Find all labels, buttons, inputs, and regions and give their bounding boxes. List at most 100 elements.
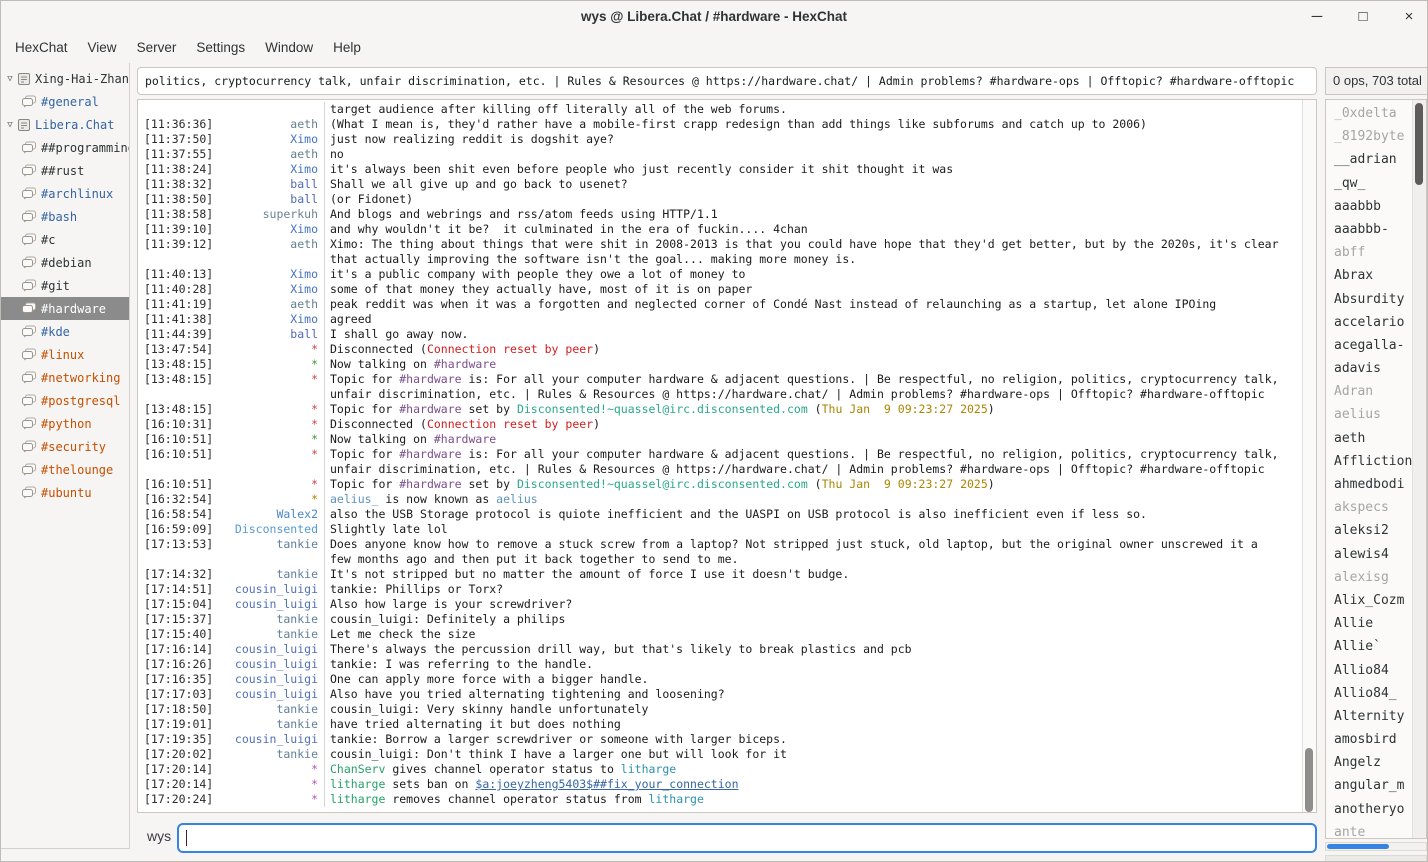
maximize-button[interactable]: □	[1351, 5, 1375, 29]
user-list-item[interactable]: abff	[1326, 241, 1413, 264]
event-star: *	[218, 492, 318, 507]
menu-settings[interactable]: Settings	[186, 36, 255, 59]
menu-hexchat[interactable]: HexChat	[5, 36, 78, 59]
menu-help[interactable]: Help	[323, 36, 371, 59]
chat-event-line: [16:10:31]*Disconnected (Connection rese…	[138, 417, 1302, 432]
sidebar-item--bash[interactable]: #bash	[1, 205, 129, 228]
chat-scrollbar-thumb[interactable]	[1305, 748, 1313, 812]
timestamp: [11:38:58]	[138, 207, 218, 222]
user-list-item[interactable]: Angelz	[1326, 751, 1413, 774]
user-list-item[interactable]: aleksi2	[1326, 519, 1413, 542]
user-list-item[interactable]: ante	[1326, 821, 1413, 839]
sidebar-item--git[interactable]: #git	[1, 274, 129, 297]
timestamp: [13:48:15]	[138, 402, 218, 417]
minimize-button[interactable]: ─	[1305, 5, 1329, 29]
user-list-item[interactable]: Alix_Cozm	[1326, 589, 1413, 612]
message-text: Topic for #hardware is: For all your com…	[324, 447, 1302, 462]
message-input[interactable]	[177, 823, 1317, 853]
chat-message-line: [17:15:40]tankieLet me check the size	[138, 627, 1302, 642]
sidebar-item--postgresql[interactable]: #postgresql	[1, 389, 129, 412]
user-list-item[interactable]: acegalla-	[1326, 334, 1413, 357]
sidebar-item--kde[interactable]: #kde	[1, 320, 129, 343]
user-list-item[interactable]: accelario	[1326, 311, 1413, 334]
sidebar-item--python[interactable]: #python	[1, 412, 129, 435]
sidebar-item-xing-hai-zhang[interactable]: ▽Xing-Hai-Zhang	[1, 67, 129, 90]
user-list-item[interactable]: akspecs	[1326, 496, 1413, 519]
channel-icon	[21, 371, 37, 384]
user-list-item[interactable]: alexisg	[1326, 566, 1413, 589]
channel-icon	[21, 233, 37, 246]
message-text: Disconnected (Connection reset by peer)	[324, 342, 1302, 357]
user-list-item[interactable]: Absurdity	[1326, 288, 1413, 311]
user-list-item[interactable]: ahmedbodi	[1326, 473, 1413, 496]
userlist-scrollbar-thumb[interactable]	[1415, 103, 1423, 185]
timestamp	[138, 102, 218, 117]
user-list-item[interactable]: Allie`	[1326, 635, 1413, 658]
message-text: and why wouldn't it be? it culminated in…	[324, 222, 1302, 237]
user-list-item[interactable]: Alternity	[1326, 705, 1413, 728]
user-list-item[interactable]: Allio84_	[1326, 682, 1413, 705]
sidebar-item--thelounge[interactable]: #thelounge	[1, 458, 129, 481]
sidebar-item--linux[interactable]: #linux	[1, 343, 129, 366]
sidebar-item--c[interactable]: #c	[1, 228, 129, 251]
user-list-item[interactable]: aaabbb	[1326, 195, 1413, 218]
channel-icon	[21, 348, 37, 361]
message-text: cousin_luigi: Very skinny handle unfortu…	[324, 702, 1302, 717]
sidebar-item-label: #ubuntu	[41, 486, 129, 500]
expander-icon[interactable]: ▽	[3, 120, 17, 130]
sidebar-item-label: #networking	[41, 371, 129, 385]
sidebar-item-libera-chat[interactable]: ▽Libera.Chat	[1, 113, 129, 136]
user-list-item[interactable]: Allie	[1326, 612, 1413, 635]
sidebar-item--general[interactable]: #general	[1, 90, 129, 113]
userlist-scrollbar[interactable]	[1412, 100, 1426, 838]
sidebar-item--archlinux[interactable]: #archlinux	[1, 182, 129, 205]
userlist-hscrollbar[interactable]	[1325, 842, 1427, 851]
nick: tankie	[218, 717, 318, 732]
menu-window[interactable]: Window	[255, 36, 323, 59]
sidebar-item--programming[interactable]: ##programming	[1, 136, 129, 159]
expander-icon[interactable]: ▽	[3, 74, 17, 84]
sidebar-item--debian[interactable]: #debian	[1, 251, 129, 274]
user-list-item[interactable]: _0xdelta	[1326, 102, 1413, 125]
close-button[interactable]: ×	[1397, 5, 1421, 29]
chat-message-line: [11:40:28]Ximosome of that money they ac…	[138, 282, 1302, 297]
message-text: some of that money they actually have, m…	[324, 282, 1302, 297]
user-list-item[interactable]: aeth	[1326, 427, 1413, 450]
user-list-item[interactable]: aaabbb-	[1326, 218, 1413, 241]
user-list-item[interactable]: Affliction	[1326, 450, 1413, 473]
user-list-item[interactable]: aelius	[1326, 403, 1413, 426]
chat-lines: target audience after killing off litera…	[138, 102, 1302, 807]
channel-icon	[21, 187, 37, 200]
user-list-item[interactable]: amosbird	[1326, 728, 1413, 751]
userlist-hscrollbar-thumb[interactable]	[1327, 844, 1389, 849]
user-list-item[interactable]: angular_m	[1326, 774, 1413, 797]
sidebar-item--security[interactable]: #security	[1, 435, 129, 458]
user-list-item[interactable]: _qw_	[1326, 172, 1413, 195]
message-text: Ximo: The thing about things that were s…	[324, 237, 1302, 252]
user-list-item[interactable]: _8192byte	[1326, 125, 1413, 148]
chat-event-line: [16:10:51]*Topic for #hardware is: For a…	[138, 447, 1302, 462]
timestamp: [11:38:24]	[138, 162, 218, 177]
own-nick-label: wys	[147, 828, 171, 844]
user-list-item[interactable]: Adran	[1326, 380, 1413, 403]
sidebar-item--networking[interactable]: #networking	[1, 366, 129, 389]
topic-bar[interactable]: politics, cryptocurrency talk, unfair di…	[137, 67, 1317, 95]
timestamp: [17:19:35]	[138, 732, 218, 747]
menu-server[interactable]: Server	[127, 36, 187, 59]
user-list-item[interactable]: alewis4	[1326, 543, 1413, 566]
sidebar-item--hardware[interactable]: #hardware	[1, 297, 129, 320]
user-list-item[interactable]: adavis	[1326, 357, 1413, 380]
chat-scrollbar[interactable]	[1302, 100, 1316, 812]
user-list-item[interactable]: anotheryo	[1326, 798, 1413, 821]
menu-view[interactable]: View	[78, 36, 127, 59]
user-list-item[interactable]: __adrian	[1326, 148, 1413, 171]
sidebar-item--ubuntu[interactable]: #ubuntu	[1, 481, 129, 504]
user-list-item[interactable]: Allio84	[1326, 659, 1413, 682]
message-text: peak reddit was when it was a forgotten …	[324, 297, 1302, 312]
userlist-header: 0 ops, 703 total	[1325, 67, 1428, 95]
user-list-item[interactable]: Abrax	[1326, 264, 1413, 287]
sidebar-item--rust[interactable]: ##rust	[1, 159, 129, 182]
timestamp: [11:36:36]	[138, 117, 218, 132]
timestamp: [17:20:24]	[138, 792, 218, 807]
sidebar-item-label: #debian	[41, 256, 129, 270]
